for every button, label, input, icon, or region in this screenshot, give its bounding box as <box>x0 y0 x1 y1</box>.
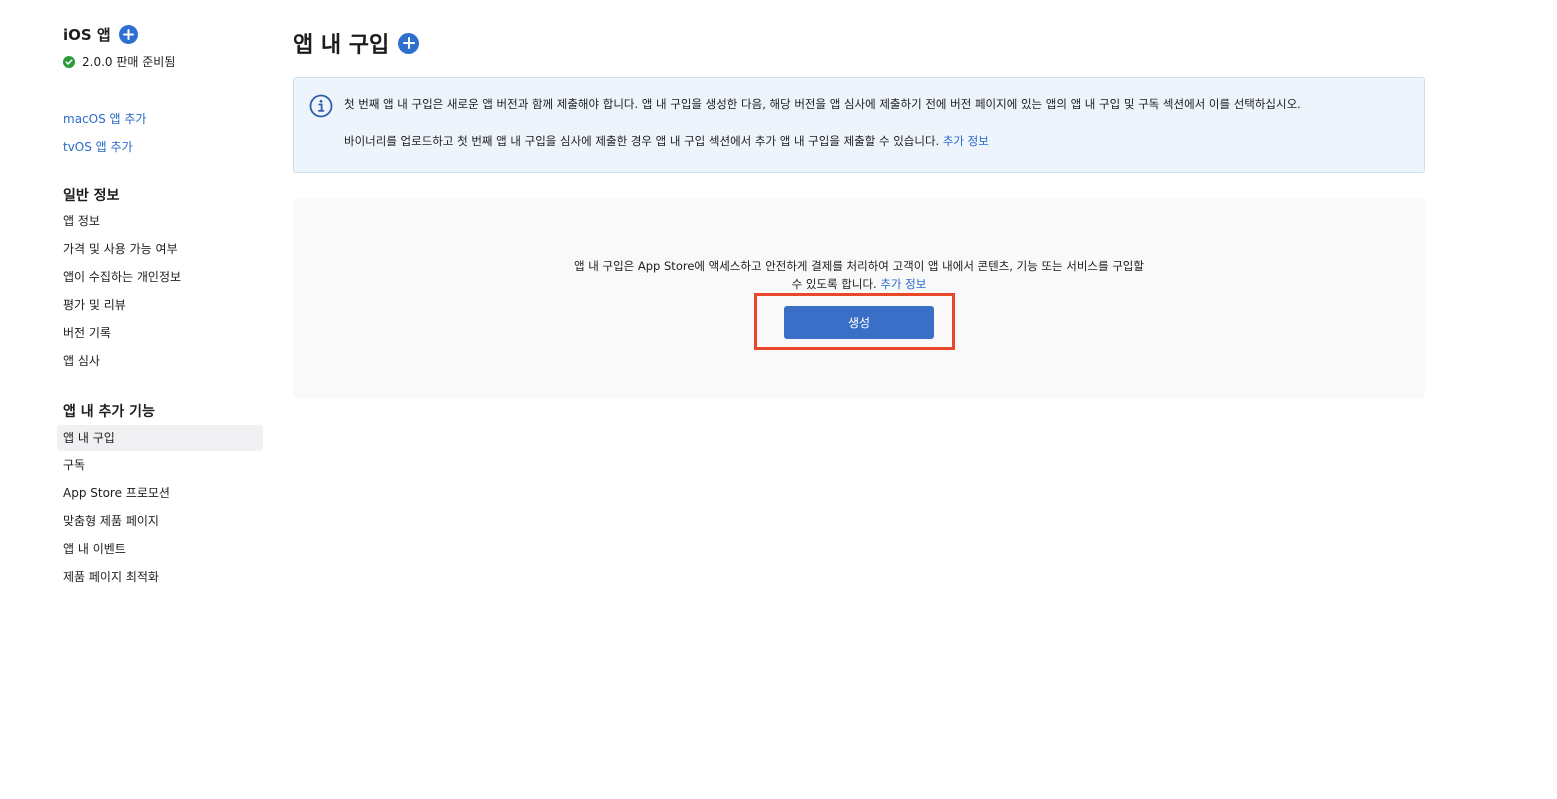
sidebar-item-ratings[interactable]: 평가 및 리뷰 <box>57 292 263 318</box>
sidebar-item-pricing[interactable]: 가격 및 사용 가능 여부 <box>57 236 263 262</box>
add-macos-app-link[interactable]: macOS 앱 추가 <box>63 110 146 127</box>
features-heading: 앱 내 추가 기능 <box>63 404 155 420</box>
general-info-heading: 일반 정보 <box>63 188 120 204</box>
empty-state-line2: 수 있도록 합니다. <box>791 277 877 291</box>
empty-state-more-link[interactable]: 추가 정보 <box>880 277 926 291</box>
checkmark-icon <box>63 55 75 68</box>
sidebar-item-privacy[interactable]: 앱이 수집하는 개인정보 <box>57 264 263 290</box>
info-icon <box>309 94 333 118</box>
create-button[interactable]: 생성 <box>784 306 934 339</box>
empty-state-line2-row: 수 있도록 합니다. 추가 정보 <box>293 275 1425 293</box>
app-title-row: iOS 앱 <box>63 24 138 45</box>
info-text-line2-body: 바이너리를 업로드하고 첫 번째 앱 내 구입을 심사에 제출한 경우 앱 내 … <box>344 134 940 148</box>
info-banner: 첫 번째 앱 내 구입은 새로운 앱 버전과 함께 제출해야 합니다. 앱 내 … <box>293 77 1425 173</box>
page-title-row: 앱 내 구입 <box>293 27 420 59</box>
app-title: iOS 앱 <box>63 26 111 44</box>
add-tvos-app-link[interactable]: tvOS 앱 추가 <box>63 138 133 155</box>
page-title: 앱 내 구입 <box>293 33 390 58</box>
sidebar-item-product-page-optimization[interactable]: 제품 페이지 최적화 <box>57 564 263 590</box>
version-status: 2.0.0 판매 준비됨 <box>63 53 175 70</box>
empty-state-line1: 앱 내 구입은 App Store에 액세스하고 안전하게 결제를 처리하여 고… <box>574 259 1144 273</box>
info-text-line2: 바이너리를 업로드하고 첫 번째 앱 내 구입을 심사에 제출한 경우 앱 내 … <box>344 133 989 149</box>
sidebar-item-version-history[interactable]: 버전 기록 <box>57 320 263 346</box>
version-status-text: 2.0.0 판매 준비됨 <box>82 55 176 69</box>
empty-state-panel: 앱 내 구입은 App Store에 액세스하고 안전하게 결제를 처리하여 고… <box>293 198 1425 398</box>
add-in-app-purchase-plus-icon[interactable] <box>398 32 420 54</box>
info-text-line1: 첫 번째 앱 내 구입은 새로운 앱 버전과 함께 제출해야 합니다. 앱 내 … <box>344 97 1301 111</box>
sidebar-item-app-review[interactable]: 앱 심사 <box>57 348 263 374</box>
sidebar-item-in-app-purchases[interactable]: 앱 내 구입 <box>57 425 263 451</box>
sidebar-item-in-app-events[interactable]: 앱 내 이벤트 <box>57 536 263 562</box>
sidebar-item-app-store-promotion[interactable]: App Store 프로모션 <box>57 480 263 506</box>
info-more-link[interactable]: 추가 정보 <box>943 134 989 148</box>
sidebar-item-custom-product-pages[interactable]: 맞춤형 제품 페이지 <box>57 508 263 534</box>
add-platform-plus-icon[interactable] <box>118 25 138 44</box>
sidebar-item-subscriptions[interactable]: 구독 <box>57 452 263 478</box>
sidebar-item-app-info[interactable]: 앱 정보 <box>57 208 263 234</box>
empty-state-text: 앱 내 구입은 App Store에 액세스하고 안전하게 결제를 처리하여 고… <box>293 257 1425 293</box>
